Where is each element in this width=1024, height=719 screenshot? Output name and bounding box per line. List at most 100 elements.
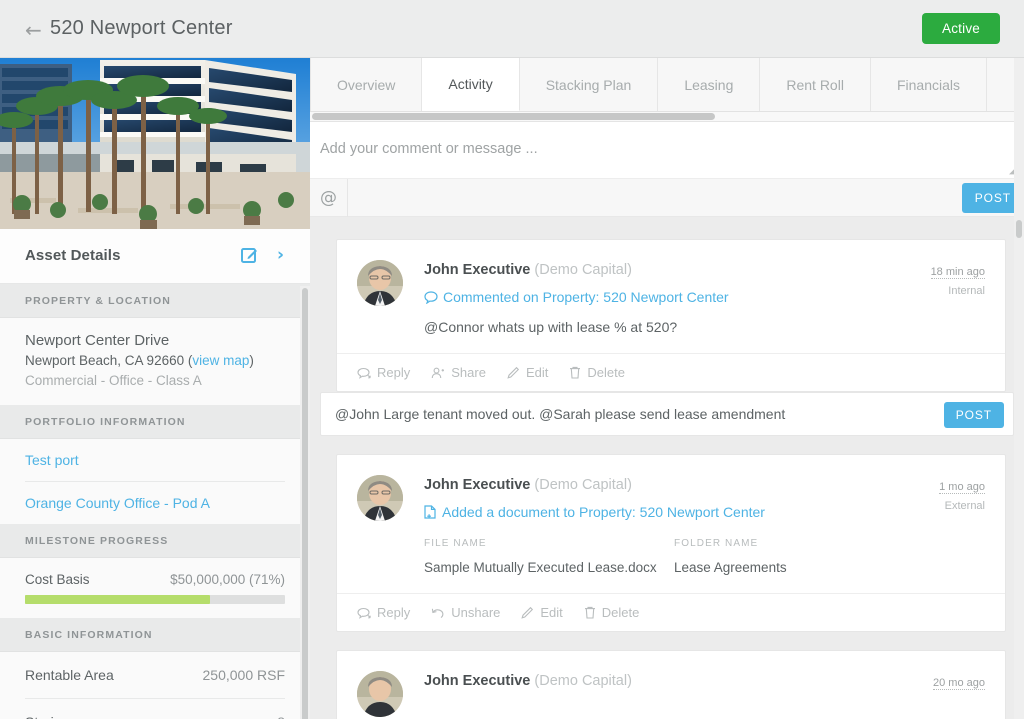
property-location-body: Newport Center Drive Newport Beach, CA 9… xyxy=(0,318,310,405)
comment-placeholder: Add your comment or message ... xyxy=(320,141,538,157)
author-name: John Executive (Demo Capital) xyxy=(424,477,875,493)
timestamp[interactable]: 18 min ago xyxy=(930,266,985,279)
tab-leasing[interactable]: Leasing xyxy=(658,58,761,111)
address-line-1: Newport Center Drive xyxy=(25,332,170,349)
document-add-icon xyxy=(424,505,437,522)
section-heading-property-location: PROPERTY & LOCATION xyxy=(0,284,310,318)
at-mention-icon[interactable]: @ xyxy=(310,178,348,217)
portfolio-link-orange-county[interactable]: Orange County Office - Pod A xyxy=(25,482,285,524)
basic-information-body: Rentable Area 250,000 RSF Stories 8 xyxy=(0,652,310,719)
basic-info-row-rentable-area: Rentable Area 250,000 RSF xyxy=(25,652,285,699)
top-bar: ← 520 Newport Center Active xyxy=(0,0,1024,58)
share-user-icon xyxy=(431,367,445,379)
view-map-link[interactable]: view map xyxy=(192,353,249,368)
folder-name-value: Lease Agreements xyxy=(674,560,787,575)
timestamp[interactable]: 1 mo ago xyxy=(939,481,985,494)
pencil-icon xyxy=(507,366,520,379)
portfolio-link-test-port[interactable]: Test port xyxy=(25,439,285,482)
address-block: Newport Center Drive Newport Beach, CA 9… xyxy=(25,318,285,405)
edit-button[interactable]: Edit xyxy=(507,365,548,380)
asset-activity-page: ← 520 Newport Center Active Asset Detail… xyxy=(0,0,1024,719)
activity-meta: 18 min ago Internal xyxy=(930,262,985,297)
basic-info-label: Stories xyxy=(25,714,69,719)
address-paren-close: ) xyxy=(249,353,254,368)
activity-card-comment: 18 min ago Internal John Executive (Demo… xyxy=(336,239,1006,392)
avatar xyxy=(357,475,403,521)
portfolio-information-body: Test port Orange County Office - Pod A xyxy=(0,439,310,524)
reply-draft-row[interactable]: @John Large tenant moved out. @Sarah ple… xyxy=(320,392,1014,436)
delete-button[interactable]: Delete xyxy=(584,605,639,620)
tab-stacking-plan[interactable]: Stacking Plan xyxy=(519,58,659,111)
edit-label: Edit xyxy=(540,605,563,620)
basic-info-value: 250,000 RSF xyxy=(202,667,286,683)
edit-button[interactable]: Edit xyxy=(521,605,563,620)
file-name-value: Sample Mutually Executed Lease.docx xyxy=(424,560,657,575)
milestone-progress-fill xyxy=(25,595,210,604)
composer-toolbar: @ POST xyxy=(310,178,1024,217)
tab-overview[interactable]: Overview xyxy=(310,58,423,111)
activity-action-link[interactable]: Added a document to Property: 520 Newpor… xyxy=(424,504,875,522)
sidebar-vertical-scrollbar[interactable] xyxy=(302,288,308,719)
author-org: (Demo Capital) xyxy=(534,673,632,689)
reply-draft-text: @John Large tenant moved out. @Sarah ple… xyxy=(335,406,786,422)
delete-label: Delete xyxy=(587,365,625,380)
activity-meta: 1 mo ago External xyxy=(939,477,985,512)
asset-details-header: Asset Details › xyxy=(0,229,310,284)
tab-financials[interactable]: Financials xyxy=(870,58,987,111)
tab-activity[interactable]: Activity xyxy=(422,58,520,111)
document-details: FILE NAME Sample Mutually Executed Lease… xyxy=(424,538,875,575)
basic-info-row-stories: Stories 8 xyxy=(25,699,285,719)
edit-icon[interactable] xyxy=(241,246,258,268)
undo-icon xyxy=(431,607,445,619)
feed-vertical-scrollbar[interactable] xyxy=(1016,220,1022,238)
back-arrow-icon[interactable]: ← xyxy=(25,20,42,40)
comment-composer: Add your comment or message ... ◢ @ POST xyxy=(310,122,1024,217)
avatar xyxy=(357,671,403,717)
activity-card-document: 1 mo ago External John Executive (Demo C… xyxy=(336,454,1006,632)
folder-name-label: FOLDER NAME xyxy=(674,538,759,549)
status-badge[interactable]: Active xyxy=(922,13,1000,44)
card-action-bar: Reply Unshare Edit Delete xyxy=(337,593,1005,631)
feed-scrollbar-track[interactable] xyxy=(1014,58,1024,719)
author-org: (Demo Capital) xyxy=(534,477,632,493)
activity-message: @Connor whats up with lease % at 520? xyxy=(424,319,678,335)
basic-info-label: Rentable Area xyxy=(25,667,114,683)
share-button[interactable]: Share xyxy=(431,365,486,380)
edit-label: Edit xyxy=(525,365,549,380)
tabs-horizontal-scrollbar[interactable] xyxy=(312,113,715,120)
address-city-state-zip: Newport Beach, CA 92660 ( xyxy=(25,353,193,368)
reply-icon xyxy=(357,607,371,619)
reply-button[interactable]: Reply xyxy=(357,365,410,380)
section-heading-portfolio-information: PORTFOLIO INFORMATION xyxy=(0,405,310,439)
unshare-button[interactable]: Unshare xyxy=(431,605,500,620)
reply-icon xyxy=(357,367,371,379)
reply-button[interactable]: Reply xyxy=(357,605,410,620)
milestone-label: Cost Basis xyxy=(25,572,90,587)
activity-action-text: Added a document to Property: 520 Newpor… xyxy=(442,504,765,520)
timestamp[interactable]: 20 mo ago xyxy=(933,677,985,690)
reply-post-button[interactable]: POST xyxy=(943,402,1004,428)
visibility-label: External xyxy=(944,500,985,512)
tabs-scrollbar-track[interactable] xyxy=(310,112,1024,122)
section-heading-basic-information: BASIC INFORMATION xyxy=(0,618,310,652)
visibility-label: Internal xyxy=(948,285,985,297)
comment-input[interactable]: Add your comment or message ... ◢ xyxy=(310,122,1024,178)
document-file-column: FILE NAME Sample Mutually Executed Lease… xyxy=(424,538,674,575)
milestone-row: Cost Basis $50,000,000 (71%) xyxy=(25,558,285,604)
author-name-text: John Executive xyxy=(424,673,531,689)
address-line-2: Newport Beach, CA 92660 (view map) xyxy=(25,351,285,371)
activity-card-partial: 20 mo ago John Executive (Demo Capital) xyxy=(336,650,1006,719)
author-name-text: John Executive xyxy=(424,477,531,493)
author-name: John Executive (Demo Capital) xyxy=(424,262,875,278)
card-action-bar: Reply Share Edit Delete xyxy=(337,353,1005,391)
tab-rent-roll[interactable]: Rent Roll xyxy=(760,58,871,111)
delete-button[interactable]: Delete xyxy=(569,365,625,380)
author-org: (Demo Capital) xyxy=(534,262,632,278)
document-folder-column: FOLDER NAME Lease Agreements xyxy=(674,538,787,575)
section-heading-milestone-progress: MILESTONE PROGRESS xyxy=(0,524,310,558)
chevron-right-icon[interactable]: › xyxy=(277,245,284,265)
activity-feed: 18 min ago Internal John Executive (Demo… xyxy=(310,217,1024,719)
trash-icon xyxy=(569,366,581,379)
reply-label: Reply xyxy=(377,605,411,620)
activity-action-link[interactable]: Commented on Property: 520 Newport Cente… xyxy=(424,289,875,307)
